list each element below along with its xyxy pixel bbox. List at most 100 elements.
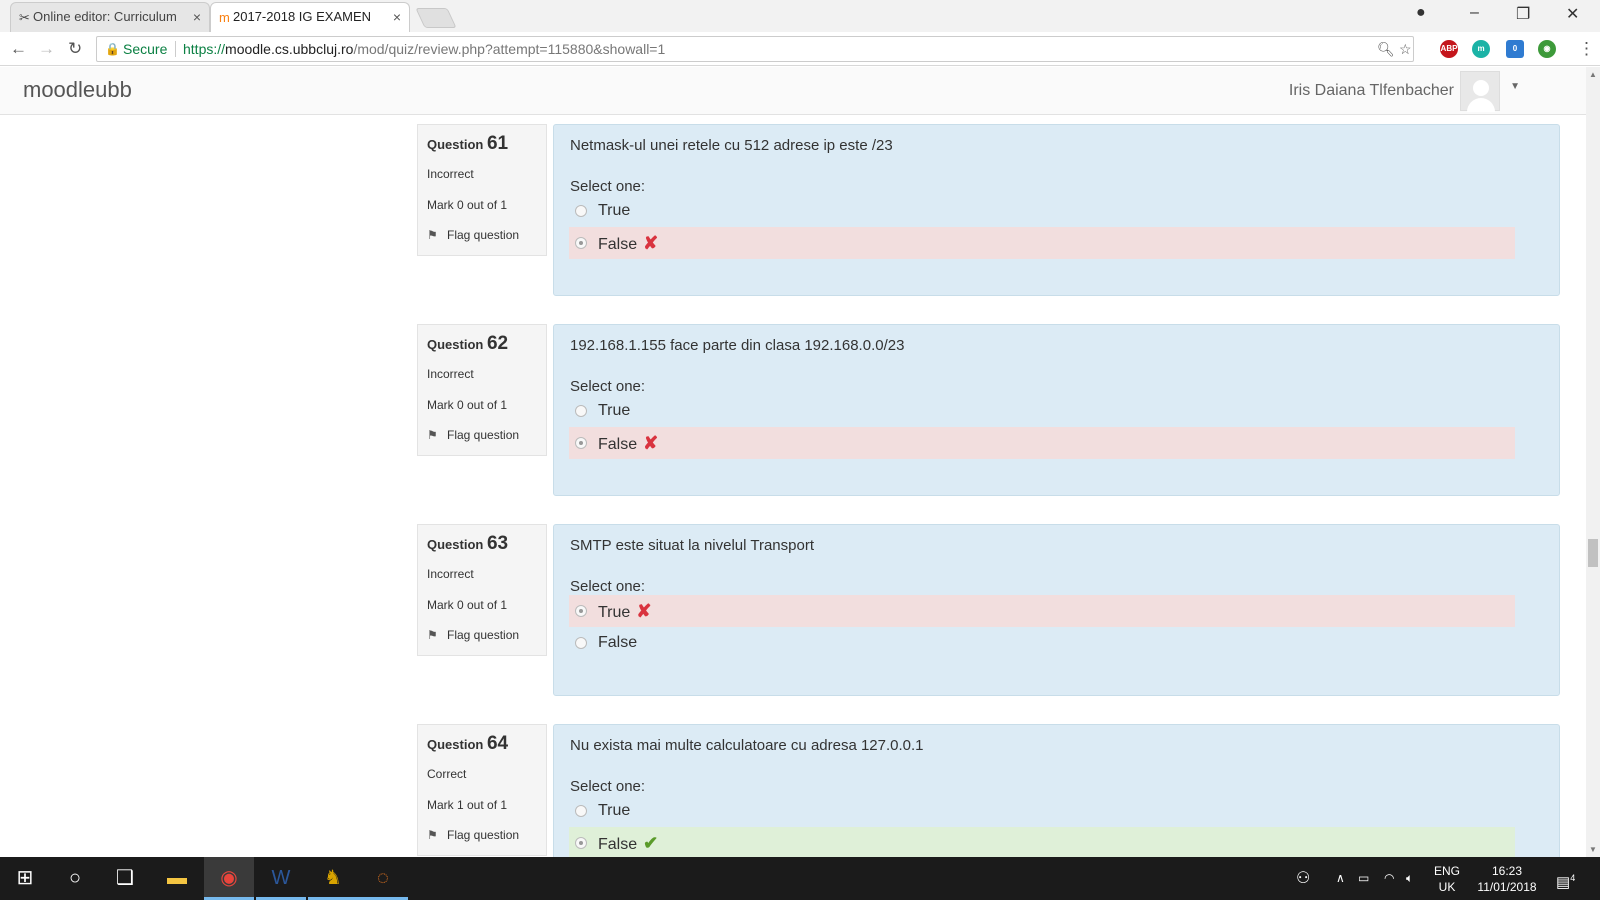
zoom-icon[interactable]: 🔍︎ (1377, 37, 1395, 61)
tab-title: 2017-2018 IG EXAMEN (233, 9, 372, 24)
question-info: Question 64 Correct Mark 1 out of 1 ⚑ Fla… (417, 724, 547, 856)
question-label: Question (427, 537, 484, 552)
answer-option[interactable]: False ✔ (569, 827, 1515, 857)
extension-icon[interactable]: 0 (1506, 40, 1524, 58)
scrollbar-thumb[interactable] (1588, 539, 1598, 567)
chrome-icon[interactable]: ◉ (204, 857, 254, 900)
adblock-extension-icon[interactable]: ABP (1440, 40, 1458, 58)
answer-label: True (598, 402, 631, 419)
select-prompt: Select one: (570, 378, 646, 395)
question-state: Incorrect (427, 167, 474, 181)
people-icon[interactable]: ⚇ (1296, 857, 1310, 900)
answer-option[interactable]: True (569, 395, 1515, 427)
url-scheme: https:// (183, 41, 226, 57)
quiz-review-content: Question 61 Incorrect Mark 0 out of 1 ⚑ F… (0, 116, 1586, 857)
search-icon[interactable]: ○ (50, 857, 100, 900)
select-prompt: Select one: (570, 778, 646, 795)
question-grade: Mark 0 out of 1 (427, 598, 508, 612)
question-grade: Mark 0 out of 1 (427, 198, 508, 212)
answer-option[interactable]: False ✘ (569, 227, 1515, 259)
browser-tab-strip: ✂ Online editor: Curriculum × m 2017-201… (0, 0, 1600, 32)
windows-taskbar: ⊞ ○ ❑ ▬ ◉ W ♞ ◌ ⚇ ∧ ▭ ◠ 🔈︎ ENG UK 16:23 … (0, 857, 1600, 900)
close-tab-icon[interactable]: × (393, 3, 401, 31)
question-number: Question 63 (427, 533, 537, 555)
extension-badge: 0 (1512, 44, 1518, 53)
globe-extension-icon[interactable]: ◉ (1538, 40, 1556, 58)
app-icon[interactable]: ♞ (308, 857, 358, 900)
browser-tab-active[interactable]: m 2017-2018 IG EXAMEN × (210, 2, 410, 32)
answer-option[interactable]: False (569, 627, 1515, 659)
answer-label: True (598, 202, 631, 219)
flag-question-link[interactable]: ⚑ Flag question (427, 428, 537, 442)
incorrect-icon: ✘ (636, 601, 652, 621)
new-tab-button[interactable] (415, 8, 457, 28)
answer-option[interactable]: True (569, 795, 1515, 827)
site-brand[interactable]: moodleubb (23, 77, 132, 103)
flag-question-link[interactable]: ⚑ Flag question (427, 828, 537, 842)
radio-button[interactable] (575, 837, 587, 849)
forward-icon[interactable]: → (38, 39, 55, 59)
question-num: 61 (486, 133, 509, 154)
incorrect-icon: ✘ (643, 233, 659, 253)
avatar[interactable] (1460, 71, 1500, 112)
question-state: Incorrect (427, 367, 474, 381)
radio-button[interactable] (575, 237, 587, 249)
address-bar[interactable]: 🔒 Secure https://moodle.cs.ubbcluj.ro/mo… (96, 36, 1414, 62)
scroll-up-icon[interactable]: ▲ (1589, 70, 1597, 79)
scroll-down-icon[interactable]: ▼ (1589, 845, 1597, 854)
wifi-icon[interactable]: ◠ (1384, 857, 1394, 900)
flag-question-link[interactable]: ⚑ Flag question (427, 628, 537, 642)
browser-tab[interactable]: ✂ Online editor: Curriculum × (10, 2, 210, 32)
chevron-down-icon[interactable]: ▼ (1510, 81, 1520, 92)
page-scrollbar[interactable]: ▲ ▼ (1586, 67, 1600, 857)
divider (175, 41, 176, 57)
question-num: 64 (486, 733, 509, 754)
answer-option[interactable]: True ✘ (569, 595, 1515, 627)
answer-label: False (598, 634, 638, 651)
question-content: SMTP este situat la nivelul Transport Se… (553, 524, 1560, 696)
close-tab-icon[interactable]: × (193, 3, 201, 31)
task-view-icon[interactable]: ❑ (100, 857, 150, 900)
radio-button[interactable] (575, 805, 587, 817)
question-label: Question (427, 337, 484, 352)
back-icon[interactable]: ← (10, 39, 27, 59)
notification-count: 4 (1570, 873, 1576, 883)
answer-option[interactable]: False ✘ (569, 427, 1515, 459)
select-prompt: Select one: (570, 578, 646, 595)
flag-question-link[interactable]: ⚑ Flag question (427, 228, 537, 242)
file-explorer-icon[interactable]: ▬ (152, 857, 202, 900)
extension-icon[interactable]: m (1472, 40, 1490, 58)
radio-button[interactable] (575, 605, 587, 617)
word-icon[interactable]: W (256, 857, 306, 900)
answer-label: True (598, 604, 631, 621)
browser-menu-icon[interactable]: ⋮ (1578, 39, 1595, 59)
user-name[interactable]: Iris Daiana Tlfenbacher (1289, 82, 1454, 100)
windows-start-icon[interactable]: ⊞ (0, 857, 50, 900)
battery-icon[interactable]: ▭ (1358, 857, 1369, 900)
chevron-up-icon[interactable]: ∧ (1336, 857, 1345, 900)
radio-button[interactable] (575, 405, 587, 417)
minimize-icon[interactable]: – (1470, 4, 1479, 22)
answer-option[interactable]: True (569, 195, 1515, 227)
browser-toolbar: ← → ↻ 🔒 Secure https://moodle.cs.ubbcluj… (0, 32, 1600, 66)
profile-icon[interactable]: ● (1416, 4, 1426, 22)
correct-icon: ✔ (643, 833, 659, 853)
lang-bottom: UK (1438, 880, 1456, 894)
restore-icon[interactable]: ❐ (1516, 4, 1530, 24)
answer-label: True (598, 802, 631, 819)
url-path: /mod/quiz/review.php?attempt=115880&show… (353, 41, 666, 57)
reload-icon[interactable]: ↻ (68, 39, 82, 59)
clock-date: 11/01/2018 (1477, 880, 1537, 894)
notification-center-icon[interactable]: ▤4 (1556, 857, 1575, 900)
question-number: Question 61 (427, 133, 537, 155)
radio-button[interactable] (575, 205, 587, 217)
answer-label: False (598, 236, 638, 253)
app-icon[interactable]: ◌ (358, 857, 408, 900)
site-header: moodleubb Iris Daiana Tlfenbacher ▼ (0, 67, 1586, 115)
radio-button[interactable] (575, 437, 587, 449)
bookmark-star-icon[interactable]: ☆ (1399, 37, 1412, 61)
question-info: Question 62 Incorrect Mark 0 out of 1 ⚑ F… (417, 324, 547, 456)
radio-button[interactable] (575, 637, 587, 649)
volume-icon[interactable]: 🔈︎ (1406, 857, 1413, 900)
close-window-icon[interactable]: ✕ (1566, 4, 1579, 24)
